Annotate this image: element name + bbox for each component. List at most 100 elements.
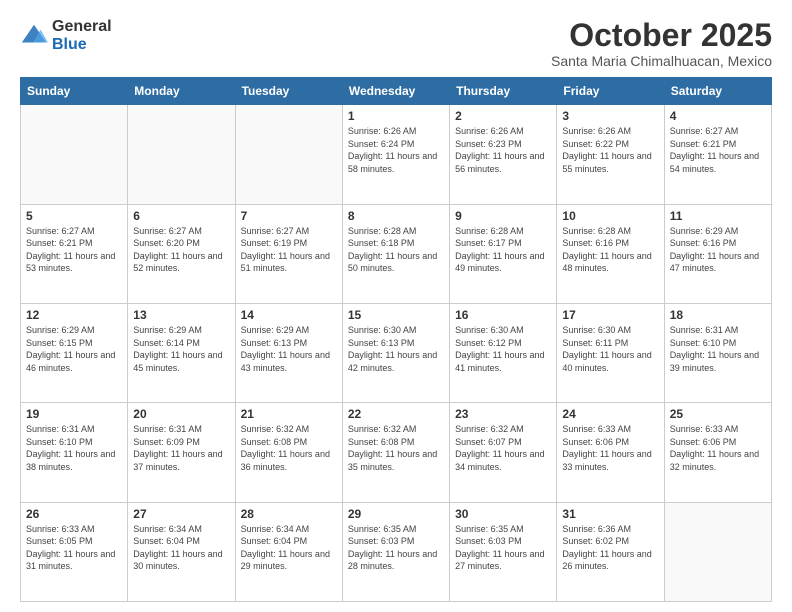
day-number: 3: [562, 109, 658, 123]
day-number: 29: [348, 507, 444, 521]
day-number: 7: [241, 209, 337, 223]
logo-text: General Blue: [52, 18, 112, 53]
month-title: October 2025: [551, 18, 772, 53]
day-info: Sunrise: 6:33 AMSunset: 6:05 PMDaylight:…: [26, 523, 122, 573]
calendar-cell: 29 Sunrise: 6:35 AMSunset: 6:03 PMDayligh…: [342, 502, 449, 601]
calendar-cell: 17 Sunrise: 6:30 AMSunset: 6:11 PMDayligh…: [557, 303, 664, 402]
calendar-cell: 14 Sunrise: 6:29 AMSunset: 6:13 PMDayligh…: [235, 303, 342, 402]
day-info: Sunrise: 6:28 AMSunset: 6:17 PMDaylight:…: [455, 225, 551, 275]
week-row-2: 12 Sunrise: 6:29 AMSunset: 6:15 PMDayligh…: [21, 303, 772, 402]
day-info: Sunrise: 6:28 AMSunset: 6:16 PMDaylight:…: [562, 225, 658, 275]
day-number: 15: [348, 308, 444, 322]
day-info: Sunrise: 6:32 AMSunset: 6:08 PMDaylight:…: [241, 423, 337, 473]
logo-general: General: [52, 18, 112, 36]
calendar-cell: 3Sunrise: 6:26 AMSunset: 6:22 PMDaylight…: [557, 105, 664, 204]
day-info: Sunrise: 6:27 AMSunset: 6:19 PMDaylight:…: [241, 225, 337, 275]
day-number: 23: [455, 407, 551, 421]
calendar-cell: 12 Sunrise: 6:29 AMSunset: 6:15 PMDayligh…: [21, 303, 128, 402]
day-number: 24: [562, 407, 658, 421]
col-monday: Monday: [128, 78, 235, 105]
week-row-3: 19 Sunrise: 6:31 AMSunset: 6:10 PMDayligh…: [21, 403, 772, 502]
day-number: 22: [348, 407, 444, 421]
day-info: Sunrise: 6:33 AMSunset: 6:06 PMDaylight:…: [562, 423, 658, 473]
calendar-cell: 23 Sunrise: 6:32 AMSunset: 6:07 PMDayligh…: [450, 403, 557, 502]
day-info: Sunrise: 6:26 AMSunset: 6:24 PMDaylight:…: [348, 125, 444, 175]
day-info: Sunrise: 6:35 AMSunset: 6:03 PMDaylight:…: [455, 523, 551, 573]
col-sunday: Sunday: [21, 78, 128, 105]
day-number: 1: [348, 109, 444, 123]
location: Santa Maria Chimalhuacan, Mexico: [551, 53, 772, 69]
day-number: 16: [455, 308, 551, 322]
col-thursday: Thursday: [450, 78, 557, 105]
day-info: Sunrise: 6:30 AMSunset: 6:11 PMDaylight:…: [562, 324, 658, 374]
calendar-cell: 22 Sunrise: 6:32 AMSunset: 6:08 PMDayligh…: [342, 403, 449, 502]
calendar-cell: 30Sunrise: 6:35 AMSunset: 6:03 PMDayligh…: [450, 502, 557, 601]
day-info: Sunrise: 6:29 AMSunset: 6:13 PMDaylight:…: [241, 324, 337, 374]
day-number: 12: [26, 308, 122, 322]
calendar-cell: 2 Sunrise: 6:26 AMSunset: 6:23 PMDaylight…: [450, 105, 557, 204]
week-row-4: 26 Sunrise: 6:33 AMSunset: 6:05 PMDayligh…: [21, 502, 772, 601]
day-number: 9: [455, 209, 551, 223]
col-wednesday: Wednesday: [342, 78, 449, 105]
calendar-cell: 19 Sunrise: 6:31 AMSunset: 6:10 PMDayligh…: [21, 403, 128, 502]
day-number: 31: [562, 507, 658, 521]
day-number: 4: [670, 109, 766, 123]
calendar-cell: 9 Sunrise: 6:28 AMSunset: 6:17 PMDaylight…: [450, 204, 557, 303]
day-number: 21: [241, 407, 337, 421]
day-info: Sunrise: 6:31 AMSunset: 6:10 PMDaylight:…: [26, 423, 122, 473]
day-number: 11: [670, 209, 766, 223]
day-number: 17: [562, 308, 658, 322]
calendar-cell: 16 Sunrise: 6:30 AMSunset: 6:12 PMDayligh…: [450, 303, 557, 402]
day-number: 19: [26, 407, 122, 421]
calendar-cell: 7 Sunrise: 6:27 AMSunset: 6:19 PMDaylight…: [235, 204, 342, 303]
day-info: Sunrise: 6:29 AMSunset: 6:16 PMDaylight:…: [670, 225, 766, 275]
day-info: Sunrise: 6:36 AMSunset: 6:02 PMDaylight:…: [562, 523, 658, 573]
day-number: 8: [348, 209, 444, 223]
day-info: Sunrise: 6:35 AMSunset: 6:03 PMDaylight:…: [348, 523, 444, 573]
day-info: Sunrise: 6:29 AMSunset: 6:15 PMDaylight:…: [26, 324, 122, 374]
calendar-cell: 31 Sunrise: 6:36 AMSunset: 6:02 PMDayligh…: [557, 502, 664, 601]
day-number: 28: [241, 507, 337, 521]
calendar-cell: 1 Sunrise: 6:26 AMSunset: 6:24 PMDaylight…: [342, 105, 449, 204]
title-section: October 2025 Santa Maria Chimalhuacan, M…: [551, 18, 772, 69]
logo-icon: [20, 22, 48, 50]
calendar-cell: [21, 105, 128, 204]
day-number: 2: [455, 109, 551, 123]
calendar-cell: 21 Sunrise: 6:32 AMSunset: 6:08 PMDayligh…: [235, 403, 342, 502]
day-info: Sunrise: 6:31 AMSunset: 6:09 PMDaylight:…: [133, 423, 229, 473]
day-info: Sunrise: 6:28 AMSunset: 6:18 PMDaylight:…: [348, 225, 444, 275]
calendar-cell: 8 Sunrise: 6:28 AMSunset: 6:18 PMDaylight…: [342, 204, 449, 303]
day-info: Sunrise: 6:26 AMSunset: 6:23 PMDaylight:…: [455, 125, 551, 175]
logo: General Blue: [20, 18, 112, 53]
calendar-cell: 15Sunrise: 6:30 AMSunset: 6:13 PMDayligh…: [342, 303, 449, 402]
day-number: 26: [26, 507, 122, 521]
day-number: 10: [562, 209, 658, 223]
page: General Blue October 2025 Santa Maria Ch…: [0, 0, 792, 612]
day-number: 5: [26, 209, 122, 223]
week-row-1: 5Sunrise: 6:27 AMSunset: 6:21 PMDaylight…: [21, 204, 772, 303]
day-info: Sunrise: 6:32 AMSunset: 6:08 PMDaylight:…: [348, 423, 444, 473]
week-row-0: 1 Sunrise: 6:26 AMSunset: 6:24 PMDaylight…: [21, 105, 772, 204]
calendar-cell: 27Sunrise: 6:34 AMSunset: 6:04 PMDayligh…: [128, 502, 235, 601]
day-number: 20: [133, 407, 229, 421]
calendar-cell: 24 Sunrise: 6:33 AMSunset: 6:06 PMDayligh…: [557, 403, 664, 502]
day-info: Sunrise: 6:27 AMSunset: 6:20 PMDaylight:…: [133, 225, 229, 275]
calendar-cell: 4Sunrise: 6:27 AMSunset: 6:21 PMDaylight…: [664, 105, 771, 204]
calendar-cell: 20 Sunrise: 6:31 AMSunset: 6:09 PMDayligh…: [128, 403, 235, 502]
calendar-header-row: Sunday Monday Tuesday Wednesday Thursday…: [21, 78, 772, 105]
day-info: Sunrise: 6:34 AMSunset: 6:04 PMDaylight:…: [133, 523, 229, 573]
calendar-cell: 25Sunrise: 6:33 AMSunset: 6:06 PMDayligh…: [664, 403, 771, 502]
col-friday: Friday: [557, 78, 664, 105]
header: General Blue October 2025 Santa Maria Ch…: [20, 18, 772, 69]
logo-blue: Blue: [52, 36, 112, 54]
calendar-cell: [128, 105, 235, 204]
calendar-table: Sunday Monday Tuesday Wednesday Thursday…: [20, 77, 772, 602]
col-saturday: Saturday: [664, 78, 771, 105]
calendar-cell: [235, 105, 342, 204]
day-info: Sunrise: 6:31 AMSunset: 6:10 PMDaylight:…: [670, 324, 766, 374]
day-number: 13: [133, 308, 229, 322]
day-info: Sunrise: 6:32 AMSunset: 6:07 PMDaylight:…: [455, 423, 551, 473]
day-info: Sunrise: 6:30 AMSunset: 6:12 PMDaylight:…: [455, 324, 551, 374]
day-number: 14: [241, 308, 337, 322]
calendar-cell: [664, 502, 771, 601]
